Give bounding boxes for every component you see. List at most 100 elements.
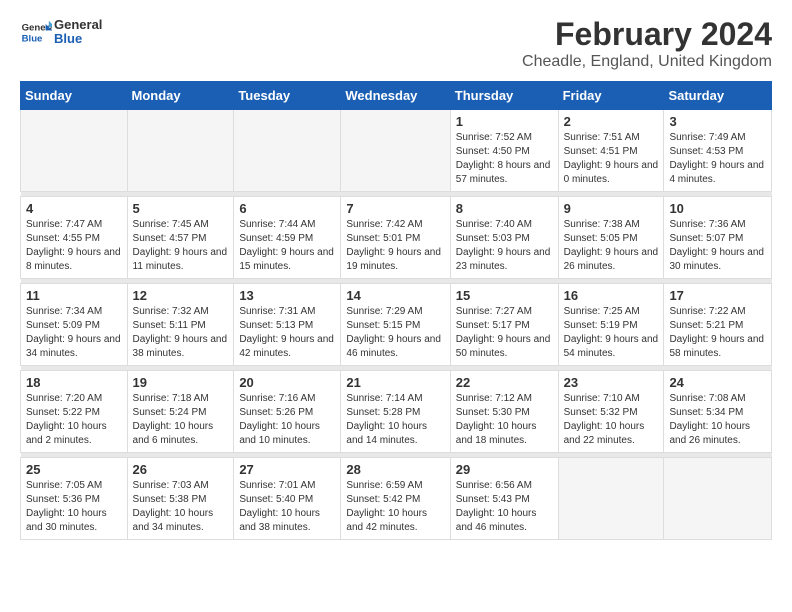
calendar-cell [558, 458, 664, 540]
day-info: Sunrise: 7:51 AM Sunset: 4:51 PM Dayligh… [564, 131, 659, 187]
calendar-header-row: SundayMondayTuesdayWednesdayThursdayFrid… [21, 82, 772, 110]
page-title: February 2024 [522, 16, 772, 53]
day-number: 4 [26, 201, 122, 216]
calendar-cell: 28 Sunrise: 6:59 AM Sunset: 5:42 PM Dayli… [341, 458, 450, 540]
calendar-cell: 23 Sunrise: 7:10 AM Sunset: 5:32 PM Dayli… [558, 371, 664, 453]
calendar-cell: 4 Sunrise: 7:47 AM Sunset: 4:55 PM Daylig… [21, 197, 128, 279]
day-number: 23 [564, 375, 659, 390]
calendar-cell: 24Sunrise: 7:08 AM Sunset: 5:34 PM Dayli… [664, 371, 772, 453]
day-number: 6 [239, 201, 335, 216]
logo-blue-text: Blue [54, 32, 102, 46]
day-info: Sunrise: 7:12 AM Sunset: 5:30 PM Dayligh… [456, 392, 553, 448]
calendar-cell: 18 Sunrise: 7:20 AM Sunset: 5:22 PM Dayli… [21, 371, 128, 453]
calendar-week-row: 11Sunrise: 7:34 AM Sunset: 5:09 PM Dayli… [21, 284, 772, 366]
day-info: Sunrise: 6:59 AM Sunset: 5:42 PM Dayligh… [346, 479, 444, 535]
day-info: Sunrise: 7:49 AM Sunset: 4:53 PM Dayligh… [669, 131, 766, 187]
day-info: Sunrise: 7:29 AM Sunset: 5:15 PM Dayligh… [346, 305, 444, 361]
calendar-cell: 3Sunrise: 7:49 AM Sunset: 4:53 PM Daylig… [664, 110, 772, 192]
logo-general-text: General [54, 18, 102, 32]
weekday-header-sunday: Sunday [21, 82, 128, 110]
day-number: 19 [133, 375, 229, 390]
calendar-cell: 16 Sunrise: 7:25 AM Sunset: 5:19 PM Dayli… [558, 284, 664, 366]
day-number: 18 [26, 375, 122, 390]
calendar-cell: 22Sunrise: 7:12 AM Sunset: 5:30 PM Dayli… [450, 371, 558, 453]
calendar-cell: 1 Sunrise: 7:52 AM Sunset: 4:50 PM Daylig… [450, 110, 558, 192]
day-number: 9 [564, 201, 659, 216]
day-number: 21 [346, 375, 444, 390]
logo: General Blue General Blue [20, 16, 102, 48]
day-info: Sunrise: 7:25 AM Sunset: 5:19 PM Dayligh… [564, 305, 659, 361]
day-number: 27 [239, 462, 335, 477]
calendar-cell: 17 Sunrise: 7:22 AM Sunset: 5:21 PM Dayli… [664, 284, 772, 366]
calendar-table: SundayMondayTuesdayWednesdayThursdayFrid… [20, 81, 772, 540]
day-number: 12 [133, 288, 229, 303]
day-info: Sunrise: 7:38 AM Sunset: 5:05 PM Dayligh… [564, 218, 659, 274]
day-info: Sunrise: 7:20 AM Sunset: 5:22 PM Dayligh… [26, 392, 122, 448]
day-number: 1 [456, 114, 553, 129]
weekday-header-wednesday: Wednesday [341, 82, 450, 110]
calendar-cell [341, 110, 450, 192]
page-header: General Blue General Blue February 2024 … [20, 16, 772, 71]
calendar-cell: 19 Sunrise: 7:18 AM Sunset: 5:24 PM Dayli… [127, 371, 234, 453]
day-number: 24 [669, 375, 766, 390]
day-info: Sunrise: 7:40 AM Sunset: 5:03 PM Dayligh… [456, 218, 553, 274]
calendar-cell: 26Sunrise: 7:03 AM Sunset: 5:38 PM Dayli… [127, 458, 234, 540]
day-info: Sunrise: 7:34 AM Sunset: 5:09 PM Dayligh… [26, 305, 122, 361]
calendar-cell: 7Sunrise: 7:42 AM Sunset: 5:01 PM Daylig… [341, 197, 450, 279]
day-info: Sunrise: 7:27 AM Sunset: 5:17 PM Dayligh… [456, 305, 553, 361]
calendar-week-row: 4 Sunrise: 7:47 AM Sunset: 4:55 PM Daylig… [21, 197, 772, 279]
weekday-header-saturday: Saturday [664, 82, 772, 110]
day-number: 25 [26, 462, 122, 477]
day-info: Sunrise: 7:10 AM Sunset: 5:32 PM Dayligh… [564, 392, 659, 448]
day-info: Sunrise: 7:44 AM Sunset: 4:59 PM Dayligh… [239, 218, 335, 274]
day-info: Sunrise: 7:22 AM Sunset: 5:21 PM Dayligh… [669, 305, 766, 361]
day-info: Sunrise: 7:14 AM Sunset: 5:28 PM Dayligh… [346, 392, 444, 448]
day-info: Sunrise: 7:18 AM Sunset: 5:24 PM Dayligh… [133, 392, 229, 448]
day-number: 13 [239, 288, 335, 303]
calendar-cell: 2Sunrise: 7:51 AM Sunset: 4:51 PM Daylig… [558, 110, 664, 192]
day-number: 20 [239, 375, 335, 390]
calendar-cell: 29 Sunrise: 6:56 AM Sunset: 5:43 PM Dayli… [450, 458, 558, 540]
calendar-week-row: 25 Sunrise: 7:05 AM Sunset: 5:36 PM Dayli… [21, 458, 772, 540]
day-info: Sunrise: 7:31 AM Sunset: 5:13 PM Dayligh… [239, 305, 335, 361]
day-info: Sunrise: 7:32 AM Sunset: 5:11 PM Dayligh… [133, 305, 229, 361]
day-info: Sunrise: 7:52 AM Sunset: 4:50 PM Dayligh… [456, 131, 553, 187]
title-area: February 2024 Cheadle, England, United K… [522, 16, 772, 71]
weekday-header-monday: Monday [127, 82, 234, 110]
day-info: Sunrise: 7:36 AM Sunset: 5:07 PM Dayligh… [669, 218, 766, 274]
day-info: Sunrise: 7:42 AM Sunset: 5:01 PM Dayligh… [346, 218, 444, 274]
calendar-cell [234, 110, 341, 192]
calendar-cell [21, 110, 128, 192]
calendar-week-row: 1 Sunrise: 7:52 AM Sunset: 4:50 PM Daylig… [21, 110, 772, 192]
day-number: 28 [346, 462, 444, 477]
calendar-cell: 13 Sunrise: 7:31 AM Sunset: 5:13 PM Dayli… [234, 284, 341, 366]
day-info: Sunrise: 7:05 AM Sunset: 5:36 PM Dayligh… [26, 479, 122, 535]
day-number: 8 [456, 201, 553, 216]
day-number: 16 [564, 288, 659, 303]
calendar-cell: 8 Sunrise: 7:40 AM Sunset: 5:03 PM Daylig… [450, 197, 558, 279]
logo-text: General Blue [54, 18, 102, 47]
calendar-cell: 5 Sunrise: 7:45 AM Sunset: 4:57 PM Daylig… [127, 197, 234, 279]
calendar-cell: 14Sunrise: 7:29 AM Sunset: 5:15 PM Dayli… [341, 284, 450, 366]
calendar-cell: 15 Sunrise: 7:27 AM Sunset: 5:17 PM Dayli… [450, 284, 558, 366]
calendar-cell: 10 Sunrise: 7:36 AM Sunset: 5:07 PM Dayli… [664, 197, 772, 279]
logo-icon: General Blue [20, 16, 52, 48]
day-number: 17 [669, 288, 766, 303]
day-info: Sunrise: 7:47 AM Sunset: 4:55 PM Dayligh… [26, 218, 122, 274]
svg-text:Blue: Blue [22, 34, 43, 45]
day-info: Sunrise: 6:56 AM Sunset: 5:43 PM Dayligh… [456, 479, 553, 535]
day-number: 5 [133, 201, 229, 216]
calendar-cell: 20Sunrise: 7:16 AM Sunset: 5:26 PM Dayli… [234, 371, 341, 453]
calendar-cell: 11Sunrise: 7:34 AM Sunset: 5:09 PM Dayli… [21, 284, 128, 366]
day-info: Sunrise: 7:01 AM Sunset: 5:40 PM Dayligh… [239, 479, 335, 535]
day-info: Sunrise: 7:45 AM Sunset: 4:57 PM Dayligh… [133, 218, 229, 274]
day-number: 26 [133, 462, 229, 477]
weekday-header-thursday: Thursday [450, 82, 558, 110]
calendar-cell [127, 110, 234, 192]
calendar-cell: 25 Sunrise: 7:05 AM Sunset: 5:36 PM Dayli… [21, 458, 128, 540]
day-number: 15 [456, 288, 553, 303]
weekday-header-friday: Friday [558, 82, 664, 110]
day-number: 29 [456, 462, 553, 477]
calendar-cell: 27 Sunrise: 7:01 AM Sunset: 5:40 PM Dayli… [234, 458, 341, 540]
day-number: 10 [669, 201, 766, 216]
